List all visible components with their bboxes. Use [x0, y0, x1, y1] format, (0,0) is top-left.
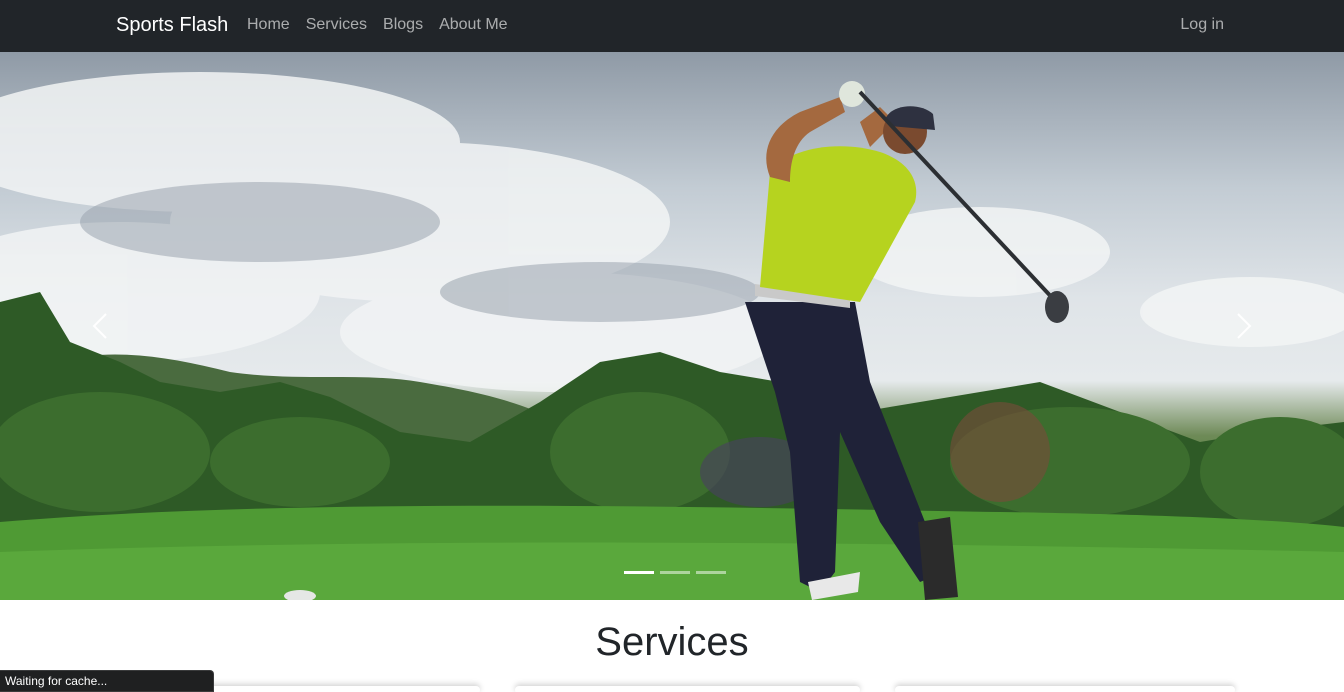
- nav-link-services[interactable]: Services: [306, 15, 367, 35]
- nav-links: Home Services Blogs About Me: [247, 15, 508, 35]
- hero-carousel: [0, 52, 1344, 600]
- golfer-slide-image: [0, 72, 1344, 600]
- chevron-right-icon: [1237, 313, 1252, 339]
- service-card: [515, 686, 860, 692]
- carousel-prev-button[interactable]: [0, 52, 200, 600]
- carousel-indicator-3[interactable]: [696, 571, 726, 574]
- chevron-left-icon: [92, 313, 107, 339]
- nav-link-blogs[interactable]: Blogs: [383, 15, 423, 35]
- nav-link-home[interactable]: Home: [247, 15, 290, 35]
- browser-status-bubble: Waiting for cache...: [0, 670, 214, 692]
- carousel-indicator-2[interactable]: [660, 571, 690, 574]
- service-card: [895, 686, 1235, 692]
- carousel-indicators: [624, 571, 726, 574]
- nav-link-about-me[interactable]: About Me: [439, 15, 507, 35]
- brand-link[interactable]: Sports Flash: [116, 13, 228, 37]
- services-heading: Services: [595, 620, 749, 664]
- login-link[interactable]: Log in: [1180, 15, 1224, 35]
- carousel-indicator-1[interactable]: [624, 571, 654, 574]
- carousel-next-button[interactable]: [1144, 52, 1344, 600]
- navbar: Sports Flash Home Services Blogs About M…: [0, 0, 1344, 52]
